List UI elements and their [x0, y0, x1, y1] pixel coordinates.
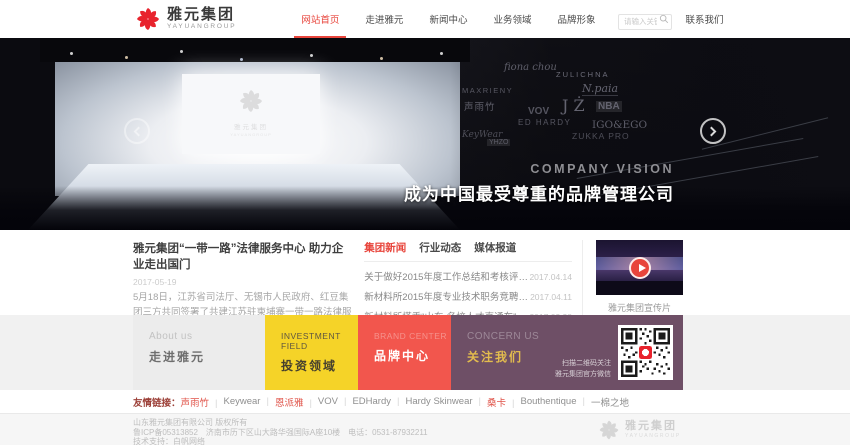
page: 雅元集团 YAYUANGROUP 网站首页 走进雅元 新闻中心 业务领域 品牌形… — [0, 0, 850, 445]
nav-item-brand[interactable]: 品牌形象 — [544, 0, 608, 38]
friendly-link[interactable]: Hardy Skinwear — [405, 396, 487, 407]
nav-item-contact[interactable]: 联系我们 — [673, 0, 737, 38]
friendly-link[interactable]: 一棉之地 — [591, 395, 629, 409]
band-brand-en: BRAND CENTER — [374, 331, 451, 341]
footer-company-name-en: YAYUANGROUP — [625, 434, 681, 439]
copyright-line: 山东雅元集团有限公司 版权所有 — [133, 418, 850, 428]
news-item-date: 2017.04.14 — [529, 272, 572, 282]
tab-group-news[interactable]: 集团新闻 — [364, 240, 406, 255]
video-caption: 雅元集团宣传片 — [596, 301, 683, 314]
featured-article-title[interactable]: 雅元集团“一带一路”法律服务中心 助力企业走出国门 — [133, 240, 354, 272]
featured-article: 雅元集团“一带一路”法律服务中心 助力企业走出国门 2017-05-19 5月1… — [133, 240, 354, 315]
nav-item-home[interactable]: 网站首页 — [288, 0, 352, 38]
quick-links-band: About us 走进雅元 INVESTMENT FIELD 投资领域 BRAN… — [0, 315, 850, 390]
friendly-links-label: 友情链接： — [133, 395, 181, 409]
brand-mark: 声雨竹 — [464, 99, 496, 113]
friendly-link[interactable]: VOV — [318, 396, 353, 407]
brand-mark: ZULICHNA — [556, 70, 610, 79]
stage-lights — [70, 52, 73, 55]
news-list: 集团新闻 行业动态 媒体报道 关于做好2015年度工作总结和考核评比等工作的通知… — [364, 240, 583, 315]
tech-support-line: 技术支持：白帆网络 — [133, 437, 850, 445]
friendly-link[interactable]: 恩派雅 — [275, 395, 318, 409]
backdrop-subtitle: YAYUANGROUP — [216, 132, 286, 137]
brand-mark: VOV — [528, 106, 549, 117]
promo-video-thumbnail[interactable] — [596, 240, 683, 295]
search-box — [618, 11, 672, 27]
band-investment-en: INVESTMENT FIELD — [281, 331, 358, 351]
qr-pattern — [621, 328, 670, 377]
featured-article-date: 2017-05-19 — [133, 277, 354, 287]
wechat-qr-code — [618, 325, 673, 380]
band-block-concern[interactable]: CONCERN US 关注我们 扫描二维码关注 雅元集团官方微信 — [451, 315, 683, 390]
footer-company-name: 雅元集团 — [625, 421, 681, 432]
search-icon[interactable] — [659, 14, 669, 24]
friendly-link[interactable]: Keywear — [224, 396, 275, 407]
chevron-right-icon — [707, 127, 717, 137]
hero-carousel: 雅元集团 YAYUANGROUP fiona chou ZULICHNA N.p… — [0, 38, 850, 230]
vision-tagline-en: COMPANY VISION — [530, 162, 674, 176]
band-block-investment[interactable]: INVESTMENT FIELD 投资领域 — [265, 315, 358, 390]
band-block-brand[interactable]: BRAND CENTER 品牌中心 — [358, 315, 451, 390]
news-section: 雅元集团“一带一路”法律服务中心 助力企业走出国门 2017-05-19 5月1… — [133, 230, 683, 315]
tab-industry-news[interactable]: 行业动态 — [419, 240, 461, 255]
band-investment-cn: 投资领域 — [281, 357, 358, 374]
vision-tagline-cn: 成为中国最受尊重的品牌管理公司 — [404, 180, 674, 205]
footer-logo: 雅元集团 YAYUANGROUP — [598, 419, 681, 441]
brand-mark: J Ż — [562, 96, 585, 115]
flower-logo-icon — [135, 6, 161, 32]
play-icon[interactable] — [629, 257, 651, 279]
news-item-title: 关于做好2015年度工作总结和考核评比等工作的通知 — [364, 269, 529, 283]
brand-mark: N.paia — [582, 82, 618, 96]
company-logo[interactable]: 雅元集团 YAYUANGROUP — [135, 6, 236, 32]
chevron-left-icon — [134, 127, 144, 137]
friendly-link[interactable]: 桑卡 — [487, 395, 520, 409]
brand-mark: NBA — [596, 101, 622, 112]
friendly-link[interactable]: 声雨竹 — [181, 395, 224, 409]
tab-media-news[interactable]: 媒体报道 — [474, 240, 516, 255]
backdrop-title: 雅元集团 — [216, 121, 286, 131]
backdrop-logo: 雅元集团 YAYUANGROUP — [216, 88, 286, 137]
icp-address-line: 鲁ICP备05313852 济南市历下区山大路华强国际A座10楼 电话：0531… — [133, 428, 850, 438]
video-column: 雅元集团宣传片 — [596, 240, 683, 315]
news-list-item[interactable]: 关于做好2015年度工作总结和考核评比等工作的通知 2017.04.14 — [364, 269, 572, 283]
brand-mark: fiona chou — [504, 62, 557, 73]
band-about-cn: 走进雅元 — [149, 348, 265, 365]
friendly-links-bar: 友情链接： 声雨竹 Keywear 恩派雅 VOV EDHardy Hardy … — [133, 390, 850, 413]
header: 雅元集团 YAYUANGROUP 网站首页 走进雅元 新闻中心 业务领域 品牌形… — [0, 0, 850, 38]
news-item-date: 2017.04.11 — [530, 292, 572, 302]
band-about-en: About us — [149, 331, 265, 342]
brand-mark: YHZO — [487, 139, 510, 146]
news-tabs: 集团新闻 行业动态 媒体报道 — [364, 240, 572, 262]
stage-truss — [40, 38, 470, 62]
nav-item-news[interactable]: 新闻中心 — [416, 0, 480, 38]
friendly-link[interactable]: EDHardy — [352, 396, 405, 407]
band-block-about[interactable]: About us 走进雅元 — [133, 315, 265, 390]
band-brand-cn: 品牌中心 — [374, 347, 451, 364]
brand-mark: ED HARDY — [518, 118, 571, 127]
brand-mark: IGO&EGO — [592, 119, 647, 131]
company-name: 雅元集团 — [167, 7, 236, 22]
news-item-title: 新材料所2015年度专业技术职务竞聘申报公示 — [364, 289, 529, 303]
friendly-link[interactable]: Bouthentique — [520, 396, 590, 407]
carousel-next-button[interactable] — [700, 118, 726, 144]
qr-caption: 扫描二维码关注 雅元集团官方微信 — [555, 359, 611, 380]
brand-mark: MAXRIENY — [462, 86, 513, 95]
nav-item-business[interactable]: 业务领域 — [480, 0, 544, 38]
carousel-prev-button[interactable] — [124, 118, 150, 144]
news-list-item[interactable]: 新材料所2015年度专业技术职务竞聘申报公示 2017.04.11 — [364, 289, 572, 303]
footer-flower-icon — [598, 419, 620, 441]
nav-item-about[interactable]: 走进雅元 — [352, 0, 416, 38]
footer: 山东雅元集团有限公司 版权所有 鲁ICP备05313852 济南市历下区山大路华… — [0, 413, 850, 445]
backdrop-flower-icon — [238, 88, 264, 114]
company-name-en: YAYUANGROUP — [167, 24, 236, 31]
brand-mark: ZUKKA PRO — [572, 131, 630, 141]
